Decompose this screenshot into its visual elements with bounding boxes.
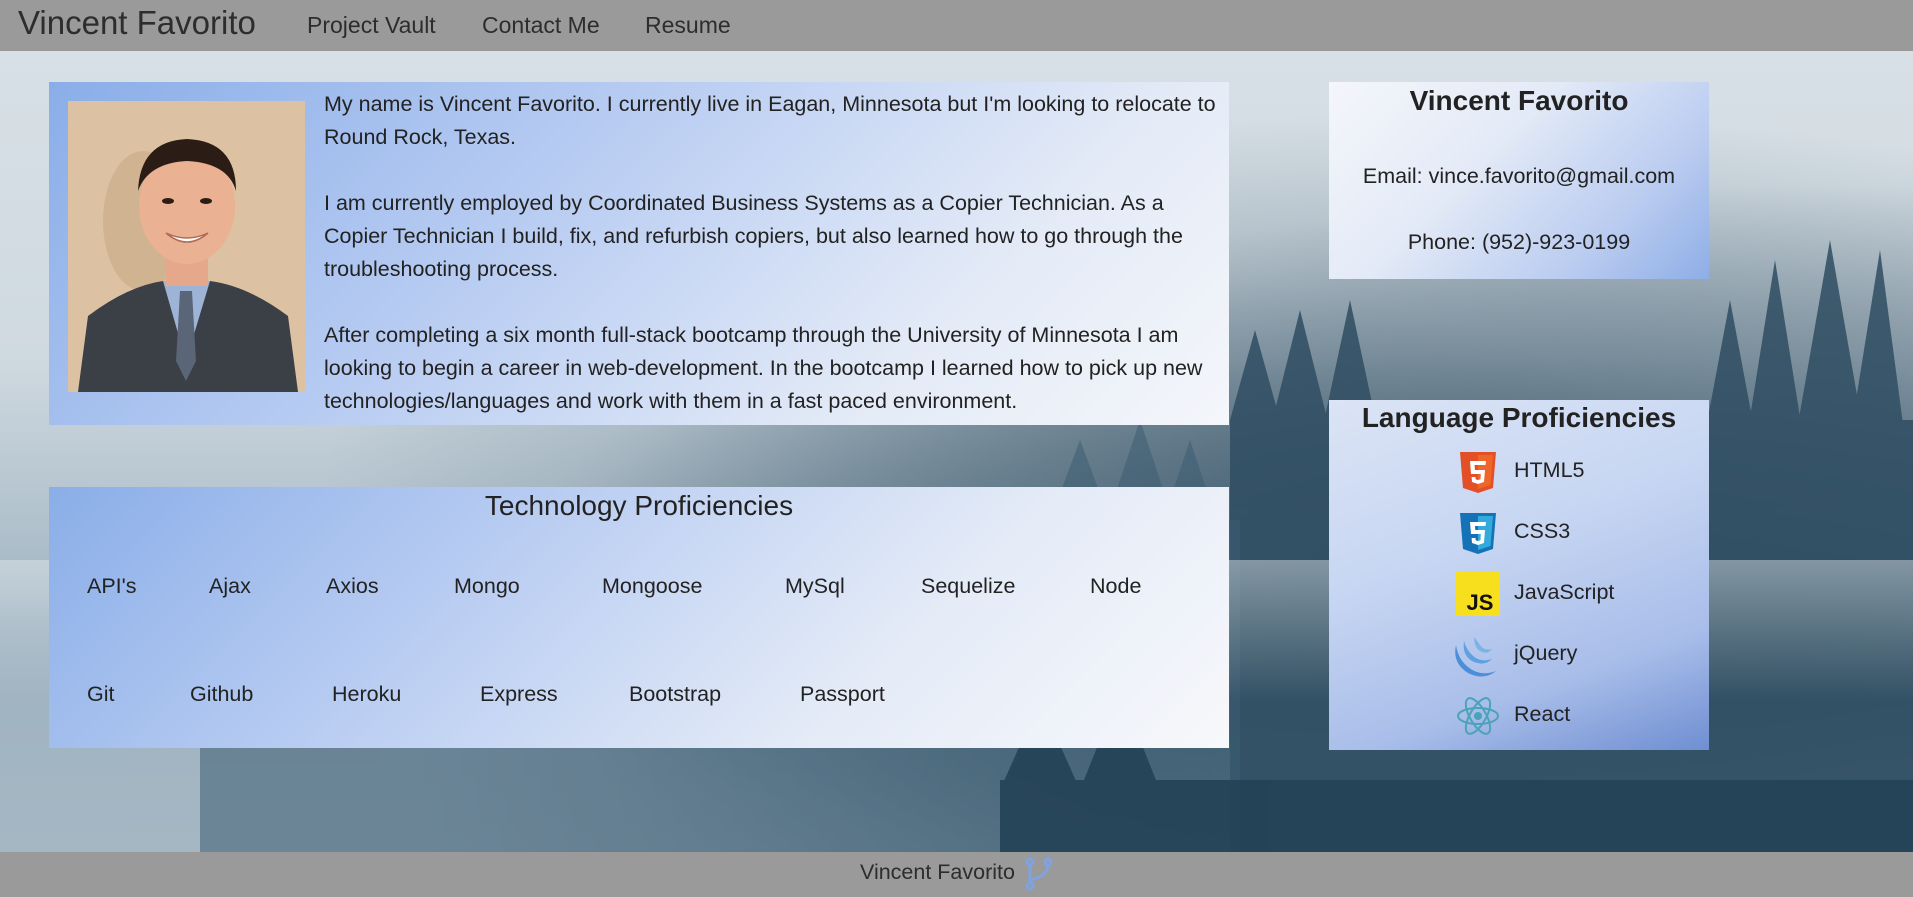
bio-paragraph: After completing a six month full-stack … bbox=[324, 323, 1203, 413]
profile-photo bbox=[68, 101, 305, 392]
bio-paragraph: My name is Vincent Favorito. I currently… bbox=[324, 92, 1216, 149]
react-icon bbox=[1457, 697, 1499, 735]
contact-panel: Vincent Favorito Email: vince.favorito@g… bbox=[1329, 82, 1709, 279]
tech-item: Bootstrap bbox=[629, 682, 722, 706]
tech-item: Mongoose bbox=[602, 574, 703, 598]
lang-label: React bbox=[1514, 702, 1571, 726]
lang-item-react: React bbox=[1456, 694, 1696, 740]
fork-icon[interactable] bbox=[1022, 856, 1056, 892]
tech-item: Node bbox=[1090, 574, 1142, 598]
svg-text:JS: JS bbox=[1467, 590, 1494, 615]
html5-icon bbox=[1460, 452, 1496, 493]
language-proficiencies-panel: Language Proficiencies HTML5 CSS3 JS Jav… bbox=[1329, 400, 1709, 750]
footer-text: Vincent Favorito bbox=[860, 860, 1015, 884]
tech-item: Git bbox=[87, 682, 115, 706]
lang-panel-title: Language Proficiencies bbox=[1361, 402, 1677, 433]
tech-item: Heroku bbox=[332, 682, 402, 706]
technology-proficiencies-panel: Technology Proficiencies API's Ajax Axio… bbox=[49, 487, 1229, 748]
tech-item: API's bbox=[87, 574, 137, 598]
nav-link-contact-me[interactable]: Contact Me bbox=[482, 12, 600, 39]
tech-item: Express bbox=[480, 682, 558, 706]
javascript-icon: JS bbox=[1456, 572, 1500, 616]
jquery-icon bbox=[1455, 637, 1496, 677]
tech-item: Github bbox=[190, 682, 254, 706]
tech-item: Axios bbox=[326, 574, 379, 598]
lang-label: HTML5 bbox=[1514, 458, 1585, 482]
nav-link-resume[interactable]: Resume bbox=[645, 12, 731, 39]
tech-item: Passport bbox=[800, 682, 885, 706]
lang-label: JavaScript bbox=[1514, 580, 1615, 604]
brand-title[interactable]: Vincent Favorito bbox=[18, 4, 256, 42]
navbar: Vincent Favorito Project Vault Contact M… bbox=[0, 0, 1913, 51]
lang-item-javascript: JS JavaScript bbox=[1456, 572, 1696, 618]
tech-item: Mongo bbox=[454, 574, 520, 598]
tech-item: MySql bbox=[785, 574, 845, 598]
lang-label: CSS3 bbox=[1514, 519, 1571, 543]
bio-text: My name is Vincent Favorito. I currently… bbox=[324, 88, 1219, 451]
contact-name: Vincent Favorito bbox=[1409, 85, 1629, 116]
contact-phone[interactable]: Phone: (952)-923-0199 bbox=[1329, 230, 1709, 255]
nav-link-project-vault[interactable]: Project Vault bbox=[307, 12, 436, 39]
tech-panel-title: Technology Proficiencies bbox=[484, 490, 794, 521]
contact-email[interactable]: Email: vince.favorito@gmail.com bbox=[1329, 164, 1709, 189]
lang-label: jQuery bbox=[1514, 641, 1578, 665]
lang-item-jquery: jQuery bbox=[1455, 633, 1696, 679]
bio-paragraph: I am currently employed by Coordinated B… bbox=[324, 191, 1183, 281]
bio-panel: My name is Vincent Favorito. I currently… bbox=[49, 82, 1229, 425]
tech-item: Sequelize bbox=[921, 574, 1016, 598]
lang-item-css3: CSS3 bbox=[1456, 511, 1696, 557]
css3-icon bbox=[1460, 513, 1496, 554]
portrait-image bbox=[68, 101, 305, 392]
lang-item-html5: HTML5 bbox=[1456, 450, 1696, 496]
tech-item: Ajax bbox=[209, 574, 251, 598]
footer: Vincent Favorito bbox=[0, 852, 1913, 897]
